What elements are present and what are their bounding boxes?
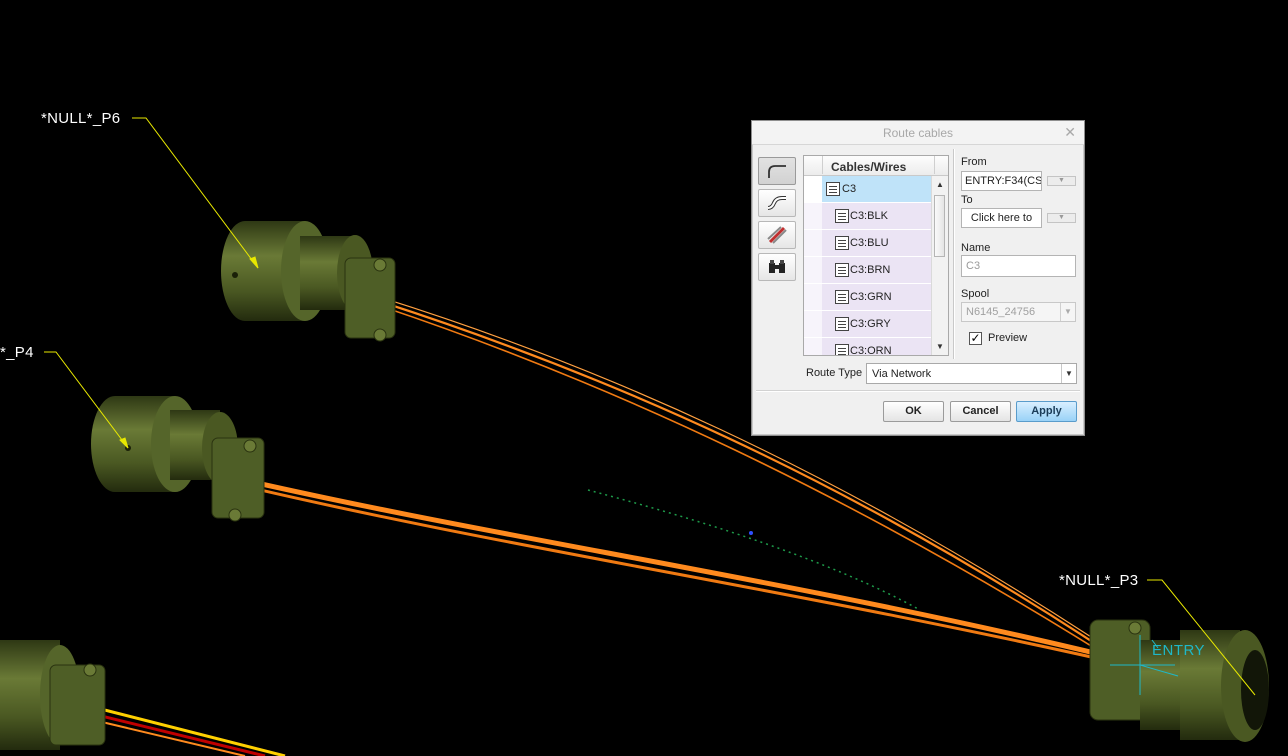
- pipe-route-button[interactable]: [758, 189, 796, 217]
- chevron-down-icon: ▼: [1061, 364, 1076, 383]
- list-header: Cables/Wires: [804, 156, 948, 176]
- find-icon: [769, 260, 785, 273]
- cable-bundle-icon: [767, 226, 787, 244]
- wire-icon: [835, 290, 849, 304]
- cable-bundle-p4[interactable]: [217, 471, 1141, 670]
- cable-bundle-button[interactable]: [758, 221, 796, 249]
- spool-value: N6145_24756: [966, 306, 1036, 318]
- name-label: Name: [961, 242, 991, 254]
- list-header-label: Cables/Wires: [831, 160, 907, 174]
- list-scrollbar[interactable]: ▲ ▼: [931, 176, 948, 355]
- network-node[interactable]: [749, 531, 753, 535]
- cables-wires-list[interactable]: Cables/Wires C3 C3:BLK C3:BLU C3:BRN C3:…: [803, 155, 949, 356]
- model-viewport[interactable]: [0, 0, 1288, 756]
- from-dropdown-icon[interactable]: ▼: [1047, 176, 1076, 186]
- connector-lower[interactable]: [0, 640, 106, 750]
- wire-icon: [835, 317, 849, 331]
- route-type-select[interactable]: Via Network ▼: [866, 363, 1077, 384]
- chevron-down-icon: ▼: [1060, 303, 1075, 321]
- connector-p6[interactable]: [221, 221, 396, 342]
- wire-icon: [835, 263, 849, 277]
- list-item[interactable]: C3:BLU: [804, 230, 932, 257]
- callout-p4[interactable]: *_P4: [0, 344, 34, 361]
- wire-icon: [835, 344, 849, 355]
- list-item[interactable]: C3:GRN: [804, 284, 932, 311]
- find-button[interactable]: [758, 253, 796, 281]
- wire-icon: [835, 209, 849, 223]
- callout-p3[interactable]: *NULL*_P3: [1059, 572, 1138, 589]
- dialog-title: Route cables: [882, 126, 954, 140]
- scroll-up-icon[interactable]: ▲: [932, 178, 948, 192]
- apply-button[interactable]: Apply: [1016, 401, 1077, 422]
- from-field[interactable]: ENTRY:F34(CS': [961, 171, 1042, 191]
- scroll-down-icon[interactable]: ▼: [932, 340, 948, 354]
- preview-checkbox[interactable]: ✓: [969, 332, 982, 345]
- select-all-checkbox[interactable]: [804, 156, 823, 174]
- dialog-titlebar[interactable]: Route cables ✕: [752, 121, 1084, 145]
- close-icon[interactable]: ✕: [1064, 124, 1076, 141]
- route-type-label: Route Type: [806, 367, 863, 379]
- from-label: From: [961, 156, 987, 168]
- name-input[interactable]: C3: [961, 255, 1076, 277]
- route-type-value: Via Network: [872, 368, 932, 380]
- connector-p4[interactable]: [91, 396, 265, 522]
- list-item[interactable]: C3:BLK: [804, 203, 932, 230]
- to-field[interactable]: Click here to: [961, 208, 1042, 228]
- list-item[interactable]: C3:GRY: [804, 311, 932, 338]
- route-icon: [768, 165, 786, 178]
- spool-label: Spool: [961, 288, 990, 300]
- entry-csys-label: ENTRY: [1152, 642, 1206, 659]
- cancel-button[interactable]: Cancel: [950, 401, 1011, 422]
- route-cables-dialog: Route cables ✕ Cables/Wires C3 C3:BLK C3…: [751, 120, 1085, 436]
- list-item[interactable]: C3: [804, 176, 932, 203]
- pipe-route-icon: [767, 196, 786, 210]
- list-item[interactable]: C3:BRN: [804, 257, 932, 284]
- network-path[interactable]: [587, 489, 921, 611]
- wire-icon: [835, 236, 849, 250]
- route-tool-column: [758, 157, 798, 285]
- callout-p6[interactable]: *NULL*_P6: [41, 110, 120, 127]
- ok-button[interactable]: OK: [883, 401, 944, 422]
- route-tool-button[interactable]: [758, 157, 796, 185]
- to-dropdown-icon[interactable]: ▼: [1047, 213, 1076, 223]
- list-item[interactable]: C3:ORN: [804, 338, 932, 355]
- scroll-thumb[interactable]: [934, 195, 945, 257]
- connector-p3[interactable]: [1089, 619, 1269, 742]
- spool-select[interactable]: N6145_24756 ▼: [961, 302, 1076, 322]
- preview-label: Preview: [988, 332, 1028, 344]
- cable-icon: [826, 182, 840, 196]
- to-label: To: [961, 194, 973, 206]
- cable-bundle-lower: [84, 703, 286, 756]
